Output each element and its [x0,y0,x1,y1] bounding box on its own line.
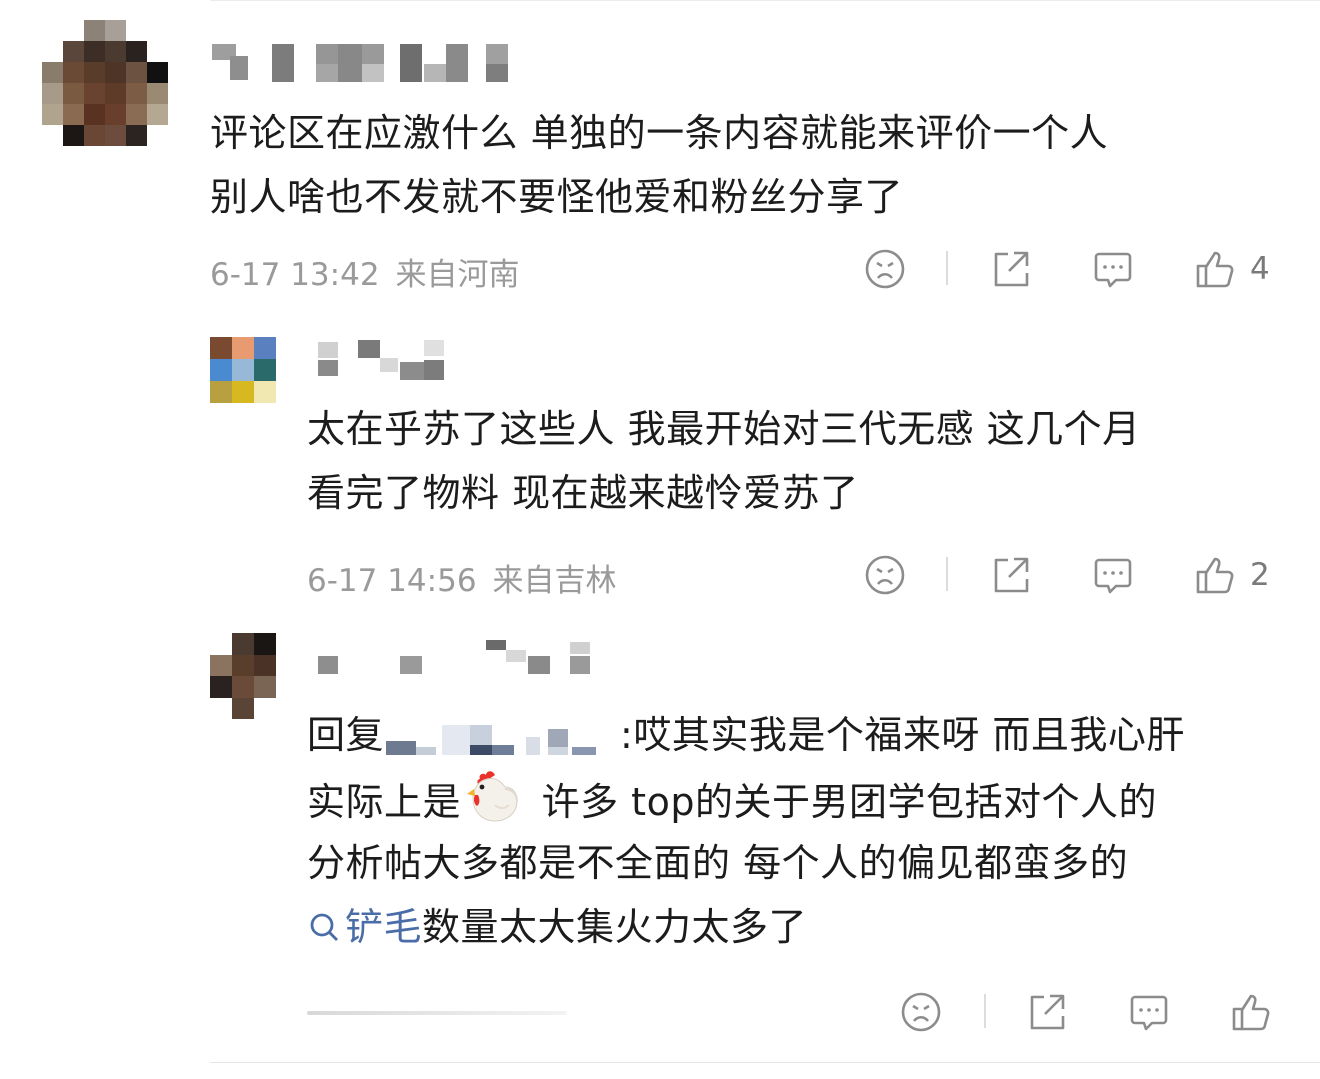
divider [984,994,986,1028]
comment-line: 评论区在应激什么 单独的一条内容就能来评价一个人 [210,111,1109,155]
sad-face-icon [865,249,905,289]
thumbs-up-icon [1196,557,1234,594]
comment-location: 来自河南 [395,257,520,293]
divider [946,557,948,591]
like-button[interactable] [1230,988,1272,1036]
comment-date: 6-17 13:42 [210,257,380,293]
reply-prefix: 回复 [307,713,385,757]
comment-line: 铲毛数量太大集火力太多了 [307,895,1185,959]
comment-icon [1094,558,1132,594]
thumbs-up-icon [1232,994,1270,1031]
like-button[interactable]: 4 [1194,245,1270,293]
sad-face-icon [901,992,941,1032]
top-divider [210,0,1320,1]
reply-button[interactable] [1092,245,1134,293]
comment-line: 太在乎苏了这些人 我最开始对三代无感 这几个月 [307,407,1141,451]
avatar[interactable] [210,633,276,719]
dislike-button[interactable] [900,988,942,1036]
comment-line: 回复 :哎其实我是个福来呀 而且我心肝 [307,703,1185,767]
reply-button[interactable] [1128,988,1170,1036]
reply-text: :哎其实我是个福来呀 而且我心肝 [620,713,1185,757]
share-icon [994,251,1029,287]
rooster-emoji [467,771,519,822]
comment-body: 太在乎苏了这些人 我最开始对三代无感 这几个月 看完了物料 现在越来越怜爱苏了 [307,397,1141,525]
like-count: 4 [1250,251,1270,287]
comment-meta: 6-17 13:42 来自河南 [210,249,520,294]
comment-icon [1094,252,1132,288]
comment-body: 评论区在应激什么 单独的一条内容就能来评价一个人 别人啥也不发就不要怪他爱和粉丝… [210,101,1108,229]
avatar[interactable] [42,20,168,146]
search-link[interactable]: 铲毛 [307,905,422,949]
like-button[interactable]: 2 [1194,551,1270,599]
comment-line: 分析帖大多都是不全面的 每个人的偏见都蛮多的 [307,841,1129,885]
comment-actions: 4 [860,245,1280,293]
comment-date: 6-17 14:56 [307,563,477,599]
bottom-divider [210,1062,1320,1063]
username-blurred[interactable] [300,336,460,382]
comment-actions [898,988,1278,1036]
share-button[interactable] [990,245,1032,293]
search-icon [310,913,338,941]
thumbs-up-icon [1196,251,1234,288]
divider [946,251,948,285]
reply-button[interactable] [1092,551,1134,599]
dislike-button[interactable] [864,245,906,293]
avatar[interactable] [210,337,276,403]
reply-target-blurred[interactable] [386,719,618,757]
comment-line: 实际上是 许多 top的关于男团学包括对个人的 [307,767,1185,831]
comment-line: 别人啥也不发就不要怪他爱和粉丝分享了 [210,175,904,219]
share-icon [994,557,1029,593]
sad-face-icon [865,555,905,595]
share-button[interactable] [1026,988,1068,1036]
username-blurred[interactable] [210,40,510,84]
comment-actions: 2 [860,551,1280,599]
username-blurred[interactable] [300,636,600,682]
comment-meta: 6-17 14:56 来自吉林 [307,555,617,600]
comment-location: 来自吉林 [492,563,617,599]
share-button[interactable] [990,551,1032,599]
comment-icon [1130,995,1168,1031]
share-icon [1030,994,1065,1030]
blurred-meta [307,1011,567,1015]
dislike-button[interactable] [864,551,906,599]
comment-line: 看完了物料 现在越来越怜爱苏了 [307,471,859,515]
comment-body: 回复 :哎其实我是个福来呀 而且我心肝 实际上是 许多 top的关于男团学包括对… [307,703,1185,959]
like-count: 2 [1250,557,1270,593]
